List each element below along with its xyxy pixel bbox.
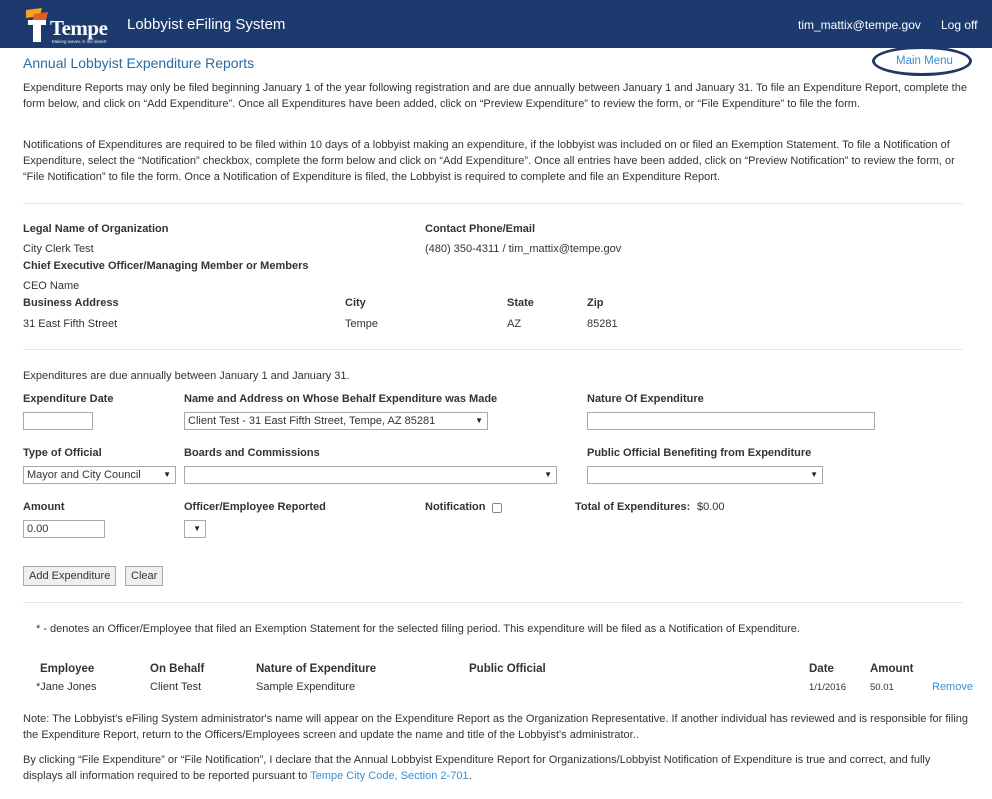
- col-on-behalf: On Behalf: [150, 663, 205, 675]
- page-title: Annual Lobbyist Expenditure Reports: [23, 55, 255, 71]
- zip-value: 85281: [587, 318, 618, 330]
- officer-select[interactable]: ▼: [184, 520, 206, 538]
- nature-input[interactable]: [587, 412, 875, 430]
- legal-name-value: City Clerk Test: [23, 243, 94, 255]
- address-value: 31 East Fifth Street: [23, 318, 118, 330]
- logoff-link[interactable]: Log off: [941, 18, 977, 32]
- address-label: Business Address: [23, 297, 119, 309]
- city-value: Tempe: [345, 318, 379, 330]
- main-menu-link[interactable]: Main Menu: [896, 55, 953, 67]
- exemption-note: * - denotes an Officer/Employee that fil…: [36, 623, 800, 635]
- divider: [23, 349, 963, 350]
- chevron-down-icon: ▼: [810, 470, 818, 479]
- top-nav-bar: Tempe Making waves in the desert Lobbyis…: [0, 0, 992, 48]
- divider: [23, 602, 963, 603]
- state-label: State: [507, 297, 534, 309]
- nature-label: Nature Of Expenditure: [587, 393, 704, 405]
- official-type-select[interactable]: Mayor and City Council ▼: [23, 466, 176, 484]
- cell-employee: *Jane Jones: [36, 681, 97, 693]
- intro-paragraph-expenditure: Expenditure Reports may only be filed be…: [23, 82, 967, 110]
- behalf-label: Name and Address on Whose Behalf Expendi…: [184, 393, 498, 405]
- public-official-select[interactable]: ▼: [587, 466, 823, 484]
- total-value: $0.00: [697, 501, 725, 513]
- expenditure-date-label: Expenditure Date: [23, 393, 114, 405]
- app-title: Lobbyist eFiling System: [127, 16, 286, 33]
- col-date: Date: [809, 663, 834, 675]
- divider: [23, 203, 963, 204]
- declaration-paragraph: By clicking “File Expenditure” or “File …: [23, 752, 971, 784]
- contact-label: Contact Phone/Email: [425, 223, 536, 235]
- user-account-link[interactable]: tim_mattix@tempe.gov: [798, 18, 921, 32]
- col-nature: Nature of Expenditure: [256, 663, 377, 675]
- chevron-down-icon: ▼: [193, 524, 201, 533]
- add-expenditure-button[interactable]: Add Expenditure: [23, 566, 117, 586]
- state-value: AZ: [507, 318, 522, 330]
- administrator-note: Note: The Lobbyist's eFiling System admi…: [23, 713, 969, 741]
- ceo-value: CEO Name: [23, 280, 80, 292]
- public-official-label: Public Official Benefiting from Expendit…: [587, 447, 812, 459]
- city-code-link[interactable]: Tempe City Code, Section 2-701: [310, 770, 468, 782]
- zip-label: Zip: [587, 297, 604, 309]
- city-label: City: [345, 297, 366, 309]
- expenditure-date-input[interactable]: [23, 412, 93, 430]
- total-label: Total of Expenditures:: [575, 501, 691, 513]
- legal-name-label: Legal Name of Organization: [23, 223, 169, 235]
- chevron-down-icon: ▼: [544, 470, 552, 479]
- col-public-official: Public Official: [469, 663, 546, 675]
- logo-tagline: Making waves in the desert: [52, 39, 107, 44]
- amount-label: Amount: [23, 501, 65, 513]
- notification-label: Notification: [425, 501, 486, 513]
- col-employee: Employee: [40, 663, 95, 675]
- clear-button[interactable]: Clear: [125, 566, 164, 586]
- behalf-select[interactable]: Client Test - 31 East Fifth Street, Temp…: [184, 412, 488, 430]
- official-type-label: Type of Official: [23, 447, 102, 459]
- amount-input[interactable]: [23, 520, 105, 538]
- contact-value: (480) 350-4311 / tim_mattix@tempe.gov: [425, 243, 622, 255]
- behalf-selected: Client Test - 31 East Fifth Street, Temp…: [188, 415, 436, 427]
- boards-label: Boards and Commissions: [184, 447, 320, 459]
- due-note: Expenditures are due annually between Ja…: [23, 370, 350, 382]
- chevron-down-icon: ▼: [163, 470, 171, 479]
- cell-nature: Sample Expenditure: [256, 681, 356, 693]
- cell-date: 1/1/2016: [809, 682, 846, 693]
- cell-on-behalf: Client Test: [150, 681, 202, 693]
- remove-link[interactable]: Remove: [932, 681, 973, 693]
- declaration-period: .: [468, 770, 472, 782]
- cell-amount: 50.01: [870, 682, 894, 693]
- declaration-text: By clicking “File Expenditure” or “File …: [23, 754, 931, 782]
- notification-checkbox[interactable]: [492, 503, 502, 513]
- chevron-down-icon: ▼: [475, 416, 483, 425]
- tempe-logo[interactable]: Tempe Making waves in the desert: [24, 6, 116, 44]
- boards-select[interactable]: ▼: [184, 466, 557, 484]
- col-amount: Amount: [870, 663, 914, 675]
- official-type-selected: Mayor and City Council: [27, 469, 141, 481]
- logo-text: Tempe: [50, 16, 108, 40]
- officer-label: Officer/Employee Reported: [184, 501, 326, 513]
- ceo-label: Chief Executive Officer/Managing Member …: [23, 260, 309, 272]
- intro-paragraph-notification: Notifications of Expenditures are requir…: [23, 139, 955, 183]
